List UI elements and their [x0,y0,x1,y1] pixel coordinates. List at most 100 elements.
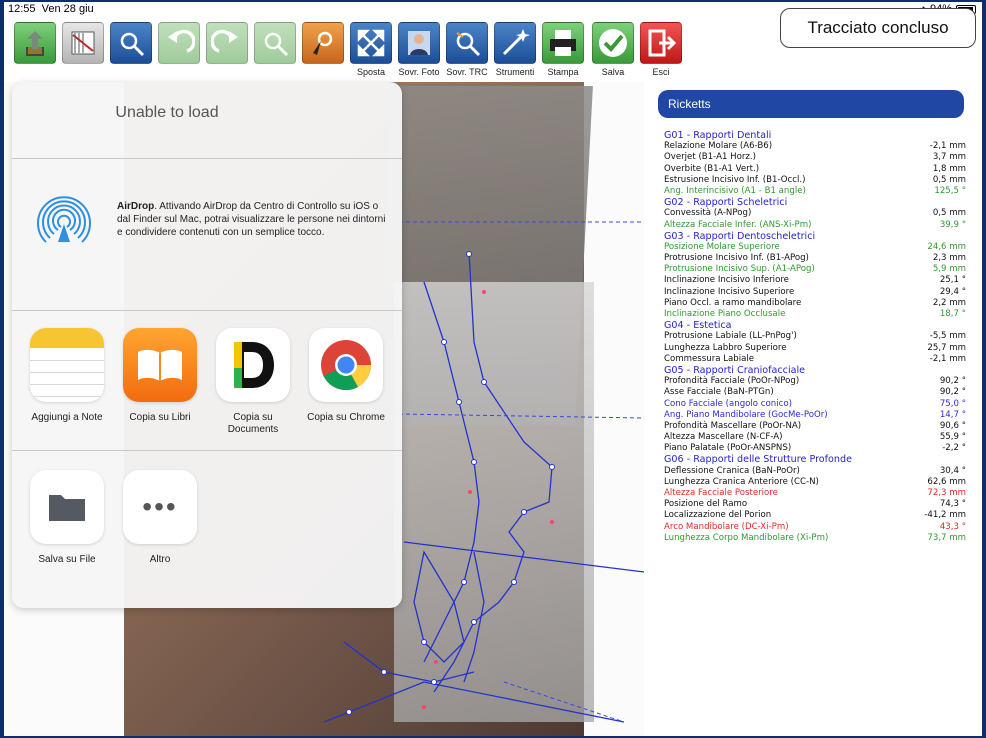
measure-name: Inclinazione Incisivo Inferiore [664,275,789,286]
landmark-point[interactable] [421,639,427,645]
landmark-point[interactable] [431,679,437,685]
landmark-point[interactable] [466,251,472,257]
analysis-row[interactable]: Asse Facciale (BaN-PTGn) 90,2 ° [664,387,968,398]
analysis-row[interactable]: Commessura Labiale -2,1 mm [664,354,968,365]
landmark-point[interactable] [482,290,486,294]
toolbar-button-photo-overlay[interactable]: Sovr. Foto [396,22,442,84]
analysis-row[interactable]: Altezza Facciale Posteriore 72,3 mm [664,488,968,499]
analysis-row[interactable]: Protrusione Labiale (LL-PnPog') -5,5 mm [664,331,968,342]
analysis-row[interactable]: Protrusione Incisivo Inf. (B1-APog) 2,3 m… [664,253,968,264]
toolbar-button-undo[interactable] [156,22,202,84]
analysis-group-header[interactable]: G05 - Rapporti Craniofacciale [664,365,968,376]
toolbar-button-landmark-target[interactable] [108,22,154,84]
landmark-point[interactable] [511,579,517,585]
share-action-save-file[interactable]: Salva su File [22,470,112,566]
analysis-row[interactable]: Profondità Mascellare (PoOr-NA) 90,6 ° [664,421,968,432]
toolbar-button-exit[interactable]: Esci [638,22,684,84]
landmark-point[interactable] [461,579,467,585]
landmark-point[interactable] [471,619,477,625]
analysis-group-header[interactable]: G02 - Rapporti Scheletrici [664,197,968,208]
analysis-row[interactable]: Inclinazione Piano Occlusale 18,7 ° [664,309,968,320]
measure-name: Lunghezza Labbro Superiore [664,342,787,353]
landmark-point[interactable] [381,669,387,675]
analysis-row[interactable]: Ang. Piano Mandibolare (GocMe-PoOr) 14,7 … [664,410,968,421]
landmark-point[interactable] [468,490,472,494]
toolbar-button-ruler-settings[interactable] [60,22,106,84]
toolbar-button-printer[interactable]: Stampa [540,22,586,84]
share-app-chrome[interactable]: Copia su Chrome [301,328,391,424]
move-arrows-icon [350,22,392,64]
group-name: G02 - Rapporti Scheletrici [664,197,788,209]
analysis-row[interactable]: Posizione Molare Superiore 24,6 mm [664,242,968,253]
share-app-documents[interactable]: Copia su Documents [208,328,298,436]
measure-value: 2,2 mm [932,297,966,308]
landmark-point[interactable] [422,705,426,709]
landmark-point[interactable] [441,339,447,345]
analysis-row[interactable]: Deflessione Cranica (BaN-PoOr) 30,4 ° [664,466,968,477]
analysis-row[interactable]: Overjet (B1-A1 Horz.) 3,7 mm [664,152,968,163]
toolbar-button-landmark-move[interactable] [252,22,298,84]
analysis-row[interactable]: Localizzazione del Porion -41,2 mm [664,510,968,521]
analysis-row[interactable]: Posizione del Ramo 74,3 ° [664,499,968,510]
analysis-group-header[interactable]: G06 - Rapporti delle Strutture Profonde [664,454,968,465]
toolbar-button-checkmark[interactable]: Salva [590,22,636,84]
analysis-row[interactable]: Piano Occl. a ramo mandibolare 2,2 mm [664,298,968,309]
analysis-row[interactable]: Lunghezza Labbro Superiore 25,7 mm [664,343,968,354]
landmark-point[interactable] [481,379,487,385]
analysis-row[interactable]: Cono Facciale (angolo conico) 75,0 ° [664,399,968,410]
toolbar-button-landmark-pointer[interactable] [300,22,346,84]
analysis-row[interactable]: Relazione Molare (A6-B6) -2,1 mm [664,141,968,152]
measure-name: Inclinazione Piano Occlusale [664,309,786,319]
landmark-point[interactable] [346,709,352,715]
analysis-row[interactable]: Altezza Facciale Infer. (ANS-Xi-Pm) 39,9 … [664,220,968,231]
analysis-row[interactable]: Overbite (B1-A1 Vert.) 1,8 mm [664,164,968,175]
teeth-outline [413,550,465,663]
analysis-row[interactable]: Lunghezza Corpo Mandibolare (Xi-Pm) 73,7 … [664,533,968,544]
toolbar-button-tracing-overlay[interactable]: Sovr. TRC [444,22,490,84]
toolbar-button-share-upload[interactable] [12,22,58,84]
analysis-row[interactable]: Arco Mandibolare (DC-Xi-Pm) 43,3 ° [664,522,968,533]
toolbar-button-redo[interactable] [204,22,250,84]
analysis-row[interactable]: Protrusione Incisivo Sup. (A1-APog) 5,9 m… [664,264,968,275]
analysis-row[interactable]: Profondità Facciale (PoOr-NPog) 90,2 ° [664,376,968,387]
landmark-point[interactable] [471,459,477,465]
analysis-group-header[interactable]: G01 - Rapporti Dentali [664,130,968,141]
measure-name: Protrusione Incisivo Sup. (A1-APog) [664,264,815,275]
share-app-notes[interactable]: Aggiungi a Note [22,328,112,424]
measure-value: 18,7 ° [939,309,966,319]
traced-complete-button[interactable]: Tracciato concluso [780,8,976,48]
analysis-group-header[interactable]: G04 - Estetica [664,320,968,331]
toolbar-button-move-arrows[interactable]: Sposta [348,22,394,84]
analysis-row[interactable]: Estrusione Incisivo Inf. (B1-Occl.) 0,5 m… [664,175,968,186]
landmark-point[interactable] [521,509,527,515]
group-name: G03 - Rapporti Dentoscheletrici [664,230,816,242]
measure-value: 2,3 mm [932,253,966,264]
divider [12,450,402,451]
analysis-row[interactable]: Lunghezza Cranica Anteriore (CC-N) 62,6 m… [664,477,968,488]
measure-name: Estrusione Incisivo Inf. (B1-Occl.) [664,174,806,185]
analysis-row[interactable]: Inclinazione Incisivo Inferiore 25,1 ° [664,275,968,286]
share-app-books[interactable]: Copia su Libri [115,328,205,424]
toolbar-button-magic-wand[interactable]: Strumenti [492,22,538,84]
measure-name: Relazione Molare (A6-B6) [664,141,773,152]
measure-value: 90,2 ° [939,376,966,387]
landmark-point[interactable] [550,520,554,524]
analysis-row[interactable]: Inclinazione Incisivo Superiore 29,4 ° [664,287,968,298]
measure-name: Localizzazione del Porion [664,510,772,521]
landmark-point[interactable] [456,399,462,405]
airdrop-body: . Attivando AirDrop da Centro di Control… [117,201,386,238]
measure-value: 90,2 ° [939,387,966,398]
toolbar-button-label: Stampa [547,67,579,77]
toolbar-button-label: Salva [601,67,625,77]
analysis-row[interactable]: Piano Palatale (PoOr-ANSPNS) -2,2 ° [664,443,968,454]
share-action-more[interactable]: ••• Altro [115,470,205,566]
analysis-title[interactable]: Ricketts [658,90,964,118]
toolbar-button-label: Esci [652,67,670,77]
landmark-point[interactable] [549,464,555,470]
analysis-group-header[interactable]: G03 - Rapporti Dentoscheletrici [664,231,968,242]
landmark-point[interactable] [434,660,438,664]
measure-value: 0,5 mm [932,174,966,185]
analysis-row[interactable]: Convessità (A-NPog) 0,5 mm [664,208,968,219]
analysis-row[interactable]: Ang. Interincisivo (A1 - B1 angle) 125,5 … [664,186,968,197]
analysis-row[interactable]: Altezza Mascellare (N-CF-A) 55,9 ° [664,432,968,443]
